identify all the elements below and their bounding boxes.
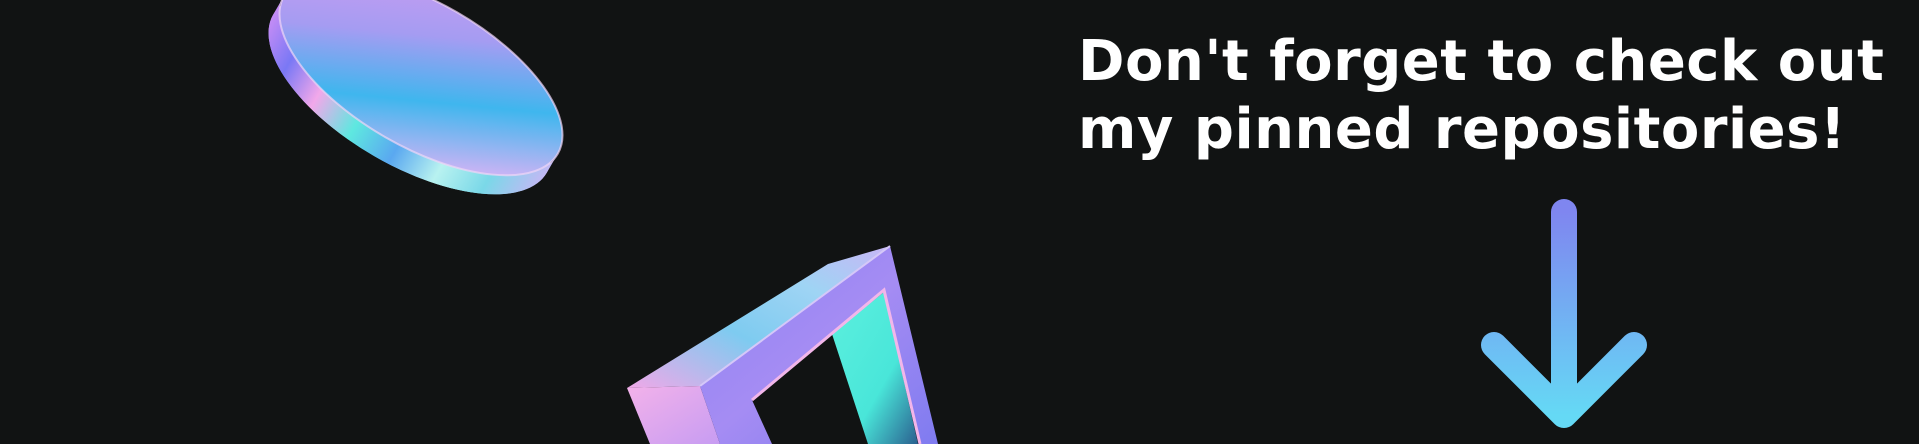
banner: Don't forget to check out my pinned repo… [0,0,1919,444]
headline: Don't forget to check out my pinned repo… [1078,28,1898,164]
holographic-frame [627,245,938,444]
headline-line-1: Don't forget to check out [1078,29,1885,94]
down-arrow-icon [1481,199,1647,428]
headline-line-2: my pinned repositories! [1078,97,1847,162]
